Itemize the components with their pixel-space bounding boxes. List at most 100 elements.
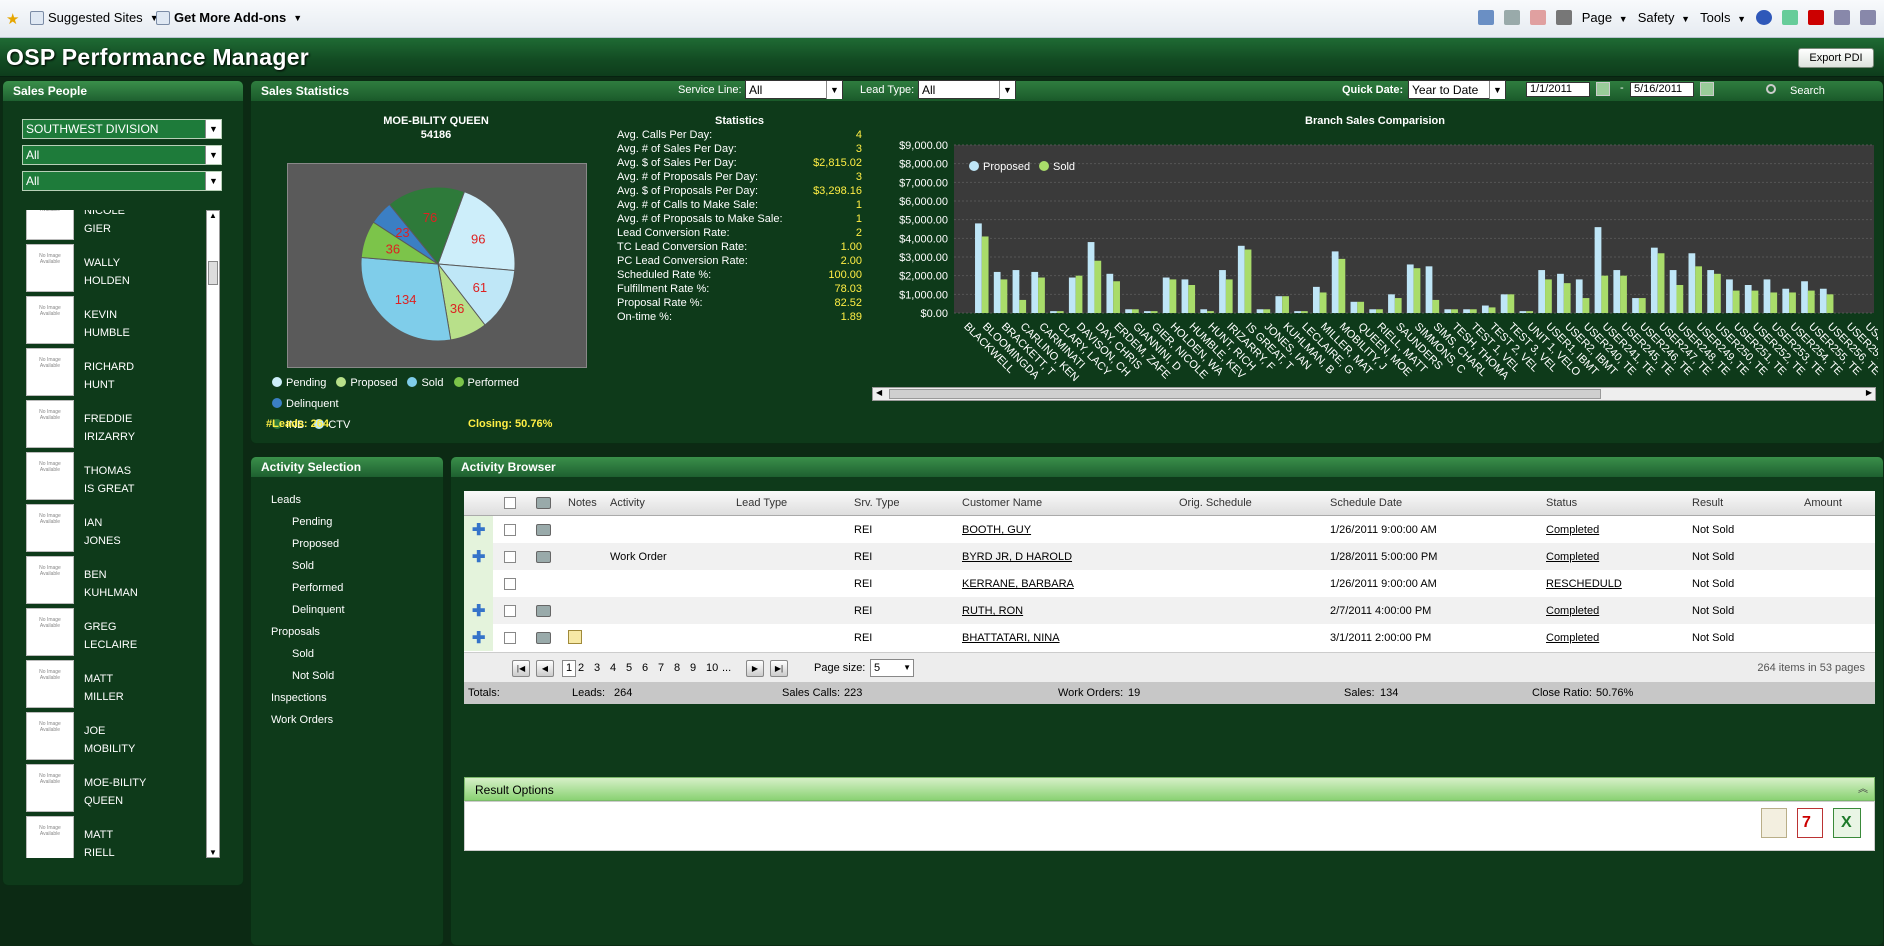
help-icon[interactable] xyxy=(1756,10,1772,25)
sales-person-item[interactable]: No Image Available MOE-BILITY QUEEN xyxy=(26,764,186,816)
bar-chart-scrollbar[interactable]: ◀ ▶ xyxy=(872,387,1876,401)
row-checkbox[interactable] xyxy=(504,551,516,563)
last-page-button[interactable]: ▶| xyxy=(770,660,788,677)
report-icon[interactable] xyxy=(1761,808,1787,838)
sales-person-item[interactable]: No Image Available WALLY HOLDEN xyxy=(26,244,186,296)
expand-plus-icon[interactable]: ✚ xyxy=(472,631,485,647)
print-icon[interactable] xyxy=(536,551,551,563)
calendar-icon[interactable] xyxy=(1700,82,1714,96)
page-number[interactable]: 10 xyxy=(706,662,718,674)
col-notes[interactable]: Notes xyxy=(568,497,597,509)
expand-plus-icon[interactable]: ✚ xyxy=(472,523,485,539)
quick-date-select[interactable]: Year to Date ▼ xyxy=(1408,80,1506,99)
date-from-input[interactable]: 1/1/2011 xyxy=(1526,82,1590,97)
favorites-star-icon[interactable]: ★ xyxy=(6,10,19,28)
sales-person-item[interactable]: No Image Available GREG LECLAIRE xyxy=(26,608,186,660)
print-icon[interactable] xyxy=(536,524,551,536)
page-number[interactable]: 9 xyxy=(690,662,696,674)
page-menu[interactable]: Page ▼ xyxy=(1582,10,1628,25)
col-orig-schedule[interactable]: Orig. Schedule xyxy=(1179,497,1252,509)
expand-plus-icon[interactable]: ✚ xyxy=(472,604,485,620)
row-checkbox[interactable] xyxy=(504,632,516,644)
customer-link[interactable]: BHATTATARI, NINA xyxy=(962,632,1060,644)
activity-item[interactable]: Proposed xyxy=(292,538,339,550)
filter-select-2[interactable]: All ▼ xyxy=(22,145,222,165)
lead-type-select[interactable]: All ▼ xyxy=(918,80,1016,99)
table-row[interactable]: ✚ Work Order REI BYRD JR, D HAROLD 1/28/2011… xyxy=(464,543,1875,570)
activity-item[interactable]: Performed xyxy=(292,582,343,594)
col-schedule-date[interactable]: Schedule Date xyxy=(1330,497,1402,509)
customer-link[interactable]: BOOTH, GUY xyxy=(962,524,1031,536)
status-link[interactable]: Completed xyxy=(1546,605,1599,617)
col-activity[interactable]: Activity xyxy=(610,497,645,509)
page-size-select[interactable]: 5 ▼ xyxy=(870,659,914,677)
search-icon[interactable] xyxy=(1766,84,1776,94)
expand-plus-icon[interactable]: ✚ xyxy=(472,550,485,566)
activity-item[interactable]: Sold xyxy=(292,648,314,660)
safety-menu[interactable]: Safety ▼ xyxy=(1638,10,1690,25)
home-icon[interactable] xyxy=(1477,10,1494,25)
table-row[interactable]: ✚ REI BOOTH, GUY 1/26/2011 9:00:00 AM Comple… xyxy=(464,516,1875,543)
customer-link[interactable]: BYRD JR, D HAROLD xyxy=(962,551,1072,563)
note-icon[interactable] xyxy=(568,630,582,644)
next-page-button[interactable]: ▶ xyxy=(746,660,764,677)
filter-select-3[interactable]: All ▼ xyxy=(22,171,222,191)
service-line-select[interactable]: All ▼ xyxy=(745,80,843,99)
page-number[interactable]: ... xyxy=(722,662,731,674)
prev-page-button[interactable]: ◀ xyxy=(536,660,554,677)
tool-icon[interactable] xyxy=(1834,10,1850,25)
search-button[interactable]: Search xyxy=(1790,85,1825,97)
status-link[interactable]: Completed xyxy=(1546,632,1599,644)
tools-menu[interactable]: Tools ▼ xyxy=(1700,10,1746,25)
date-to-input[interactable]: 5/16/2011 xyxy=(1630,82,1694,97)
sales-person-item[interactable]: No Image Available IAN JONES xyxy=(26,504,186,556)
sales-person-item[interactable]: No Image Available KEVIN HUMBLE xyxy=(26,296,186,348)
col-amount[interactable]: Amount xyxy=(1804,497,1842,509)
scrollbar-thumb[interactable] xyxy=(208,261,218,285)
sales-person-item[interactable]: No Image Available FREDDIE IRIZARRY xyxy=(26,400,186,452)
sales-person-item[interactable]: No Image Available JOE MOBILITY xyxy=(26,712,186,764)
select-all-checkbox[interactable] xyxy=(504,497,516,509)
row-checkbox[interactable] xyxy=(504,524,516,536)
page-number[interactable]: 6 xyxy=(642,662,648,674)
status-link[interactable]: Completed xyxy=(1546,524,1599,536)
table-row[interactable]: REI KERRANE, BARBARA 1/26/2011 9:00:00 AM R… xyxy=(464,570,1875,597)
col-customer-name[interactable]: Customer Name xyxy=(962,497,1042,509)
activity-item[interactable]: Sold xyxy=(292,560,314,572)
page-number[interactable]: 5 xyxy=(626,662,632,674)
pdf-icon[interactable] xyxy=(1808,10,1824,25)
customer-link[interactable]: KERRANE, BARBARA xyxy=(962,578,1074,590)
col-status[interactable]: Status xyxy=(1546,497,1577,509)
page-number[interactable]: 8 xyxy=(674,662,680,674)
sales-person-item[interactable]: No Image Available NICOLE GIER xyxy=(26,210,186,244)
sales-person-item[interactable]: No Image Available BEN KUHLMAN xyxy=(26,556,186,608)
table-row[interactable]: ✚ REI BHATTATARI, NINA 3/1/2011 2:00:00 PM C… xyxy=(464,624,1875,651)
addon-icon[interactable] xyxy=(1782,10,1798,25)
collapse-icon[interactable]: ︽ xyxy=(1858,778,1868,802)
page-number[interactable]: 3 xyxy=(594,662,600,674)
export-button[interactable]: Export PDI xyxy=(1798,48,1874,68)
scroll-right-icon[interactable]: ▶ xyxy=(1866,388,1872,397)
col-srv-type[interactable]: Srv. Type xyxy=(854,497,899,509)
calendar-icon[interactable] xyxy=(1596,82,1610,96)
page-number[interactable]: 1 xyxy=(562,660,577,677)
col-lead-type[interactable]: Lead Type xyxy=(736,497,787,509)
scroll-up-icon[interactable]: ▲ xyxy=(209,211,217,220)
pdf-export-icon[interactable]: 7 xyxy=(1797,808,1823,838)
sales-person-item[interactable]: No Image Available THOMAS IS GREAT xyxy=(26,452,186,504)
col-result[interactable]: Result xyxy=(1692,497,1723,509)
mail-icon[interactable] xyxy=(1529,10,1546,25)
bar-scroll-thumb[interactable] xyxy=(889,389,1601,399)
page-number[interactable]: 2 xyxy=(578,662,584,674)
division-select[interactable]: SOUTHWEST DIVISION ▼ xyxy=(22,119,222,139)
suggested-sites-button[interactable]: Suggested Sites ▼ xyxy=(30,10,159,25)
activity-item[interactable]: Leads xyxy=(271,494,301,506)
people-scrollbar[interactable]: ▲ ▼ xyxy=(206,210,220,858)
sales-person-item[interactable]: No Image Available MATT RIELL xyxy=(26,816,186,858)
result-options-header[interactable]: Result Options ︽ xyxy=(464,777,1875,801)
activity-item[interactable]: Not Sold xyxy=(292,670,334,682)
activity-item[interactable]: Pending xyxy=(292,516,332,528)
print-icon[interactable] xyxy=(536,632,551,644)
tool-icon[interactable] xyxy=(1860,10,1876,25)
sales-person-item[interactable]: No Image Available RICHARD HUNT xyxy=(26,348,186,400)
